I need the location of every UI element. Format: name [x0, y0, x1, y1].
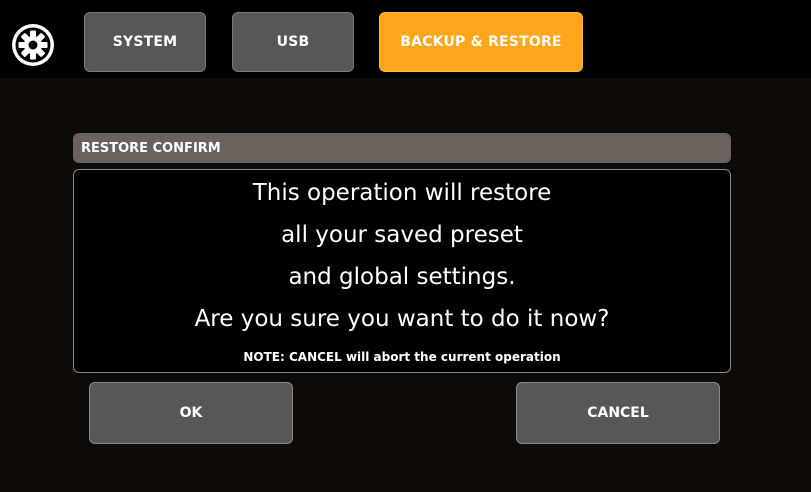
message-line: Are you sure you want to do it now? [194, 306, 610, 332]
gear-icon[interactable] [10, 22, 56, 68]
tab-usb[interactable]: USB [232, 12, 354, 72]
cancel-button[interactable]: CANCEL [516, 382, 720, 444]
message-line: This operation will restore [252, 180, 552, 206]
ok-button[interactable]: OK [89, 382, 293, 444]
message-line: and global settings. [288, 264, 516, 290]
dialog-title: RESTORE CONFIRM [73, 133, 731, 163]
tab-system[interactable]: SYSTEM [84, 12, 206, 72]
dialog-message-box: This operation will restore all your sav… [73, 169, 731, 373]
top-bar: SYSTEM USB BACKUP & RESTORE [0, 0, 811, 78]
screen: SYSTEM USB BACKUP & RESTORE RESTORE CONF… [0, 0, 811, 492]
message-line: all your saved preset [281, 222, 523, 248]
dialog-note: NOTE: CANCEL will abort the current oper… [243, 350, 561, 364]
tab-backup-restore[interactable]: BACKUP & RESTORE [379, 12, 583, 72]
